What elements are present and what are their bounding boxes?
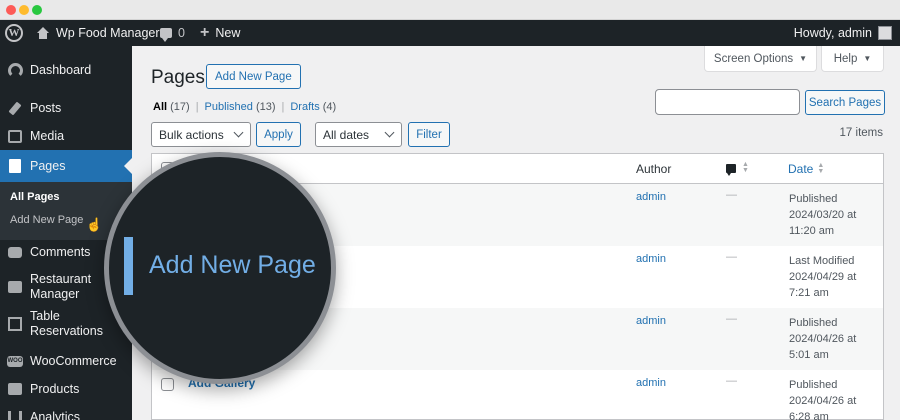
search-pages-button[interactable]: Search Pages (805, 90, 885, 115)
hand-cursor-icon: ☝ (86, 217, 103, 232)
close-window-button[interactable] (6, 5, 16, 15)
table-icon (7, 316, 23, 332)
page-icon (7, 158, 23, 174)
bulk-actions-select[interactable]: Bulk actions (151, 122, 251, 147)
admin-bar: W Wp Food Manager 0 + New Howdy, admin (0, 20, 900, 46)
window-titlebar (0, 0, 900, 20)
comments-count: 0 (178, 26, 185, 40)
date-cell: Published 2024/04/26 at 6:28 am (789, 379, 857, 420)
active-indicator-bar (124, 237, 133, 295)
wordpress-logo[interactable]: W (5, 20, 23, 46)
sidebar-item-products[interactable]: Products (0, 379, 132, 399)
author-link[interactable]: admin (636, 191, 666, 203)
apply-button[interactable]: Apply (256, 122, 301, 147)
page-title: Pages (151, 67, 205, 88)
column-author[interactable]: Author (636, 162, 671, 176)
column-date[interactable]: Date ▲ ▼ (788, 162, 824, 176)
table-row: Add Gallery admin — Published2024/04/26 … (152, 370, 883, 420)
comments-value: — (726, 251, 737, 263)
chevron-down-icon (384, 127, 395, 138)
sort-icon: ▲ ▼ (742, 161, 749, 174)
comment-icon (726, 163, 736, 176)
products-icon (7, 381, 23, 397)
magnifier-callout: Add New Page (104, 152, 336, 384)
dashboard-icon (7, 62, 23, 78)
help-button[interactable]: Help ▼ (821, 46, 884, 72)
filter-published[interactable]: Published (13) (205, 101, 276, 113)
date-cell: Published 2024/04/26 at 5:01 am (789, 317, 857, 361)
sidebar-item-analytics[interactable]: Analytics (0, 407, 132, 420)
row-checkbox[interactable] (161, 378, 174, 391)
plus-icon: + (200, 24, 210, 41)
maximize-window-button[interactable] (32, 5, 42, 15)
avatar (878, 26, 892, 40)
howdy-text: Howdy, admin (793, 26, 872, 40)
comments-value: — (726, 189, 737, 201)
magnified-add-new-page: Add New Page (149, 251, 316, 279)
submenu-all-pages[interactable]: All Pages (10, 191, 60, 203)
items-count: 17 items (839, 127, 883, 139)
sidebar-item-dashboard[interactable]: Dashboard (0, 60, 132, 80)
caret-down-icon: ▼ (799, 54, 808, 63)
comment-icon (160, 28, 172, 42)
add-new-page-button[interactable]: Add New Page (206, 64, 301, 89)
pin-icon (7, 100, 23, 116)
minimize-window-button[interactable] (19, 5, 29, 15)
analytics-icon (7, 409, 23, 420)
chevron-down-icon (233, 127, 244, 138)
restaurant-icon (7, 279, 23, 295)
submenu-add-new-page[interactable]: Add New Page (10, 214, 83, 226)
comments-value: — (726, 375, 737, 387)
comment-icon (7, 244, 23, 260)
sidebar-item-woocommerce[interactable]: WOO WooCommerce (0, 351, 132, 371)
author-link[interactable]: admin (636, 315, 666, 327)
column-comments[interactable]: ▲ ▼ (726, 161, 749, 176)
filter-all[interactable]: All (17) (153, 101, 190, 113)
author-link[interactable]: admin (636, 253, 666, 265)
screen-options-button[interactable]: Screen Options ▼ (704, 46, 817, 72)
caret-down-icon: ▼ (863, 54, 872, 63)
date-cell: Published 2024/03/20 at 11:20 am (789, 193, 857, 237)
current-menu-arrow (124, 158, 132, 174)
sidebar-item-media[interactable]: Media (0, 126, 132, 146)
comments-link[interactable]: 0 (160, 20, 185, 46)
status-filter-links: All (17) | Published (13) | Drafts (4) (153, 101, 337, 113)
sidebar-item-posts[interactable]: Posts (0, 98, 132, 118)
site-name-link[interactable]: Wp Food Manager (36, 20, 160, 46)
new-label: New (215, 26, 241, 40)
woocommerce-icon: WOO (7, 353, 23, 369)
search-input[interactable] (655, 89, 800, 115)
comments-value: — (726, 313, 737, 325)
wordpress-icon: W (5, 24, 23, 42)
account-menu[interactable]: Howdy, admin (794, 20, 892, 46)
sidebar-item-pages[interactable]: Pages (0, 150, 132, 182)
site-name: Wp Food Manager (56, 26, 160, 40)
media-icon (7, 128, 23, 144)
new-content-link[interactable]: + New (200, 20, 240, 46)
date-filter-select[interactable]: All dates (315, 122, 402, 147)
author-link[interactable]: admin (636, 377, 666, 389)
date-cell: Last Modified 2024/04/29 at 7:21 am (789, 255, 857, 299)
home-icon (36, 27, 50, 39)
sidebar-item-table-reservations[interactable]: Table Reservations (0, 309, 132, 338)
sort-icon: ▲ ▼ (817, 162, 825, 175)
filter-button[interactable]: Filter (408, 122, 450, 147)
filter-drafts[interactable]: Drafts (4) (290, 101, 336, 113)
